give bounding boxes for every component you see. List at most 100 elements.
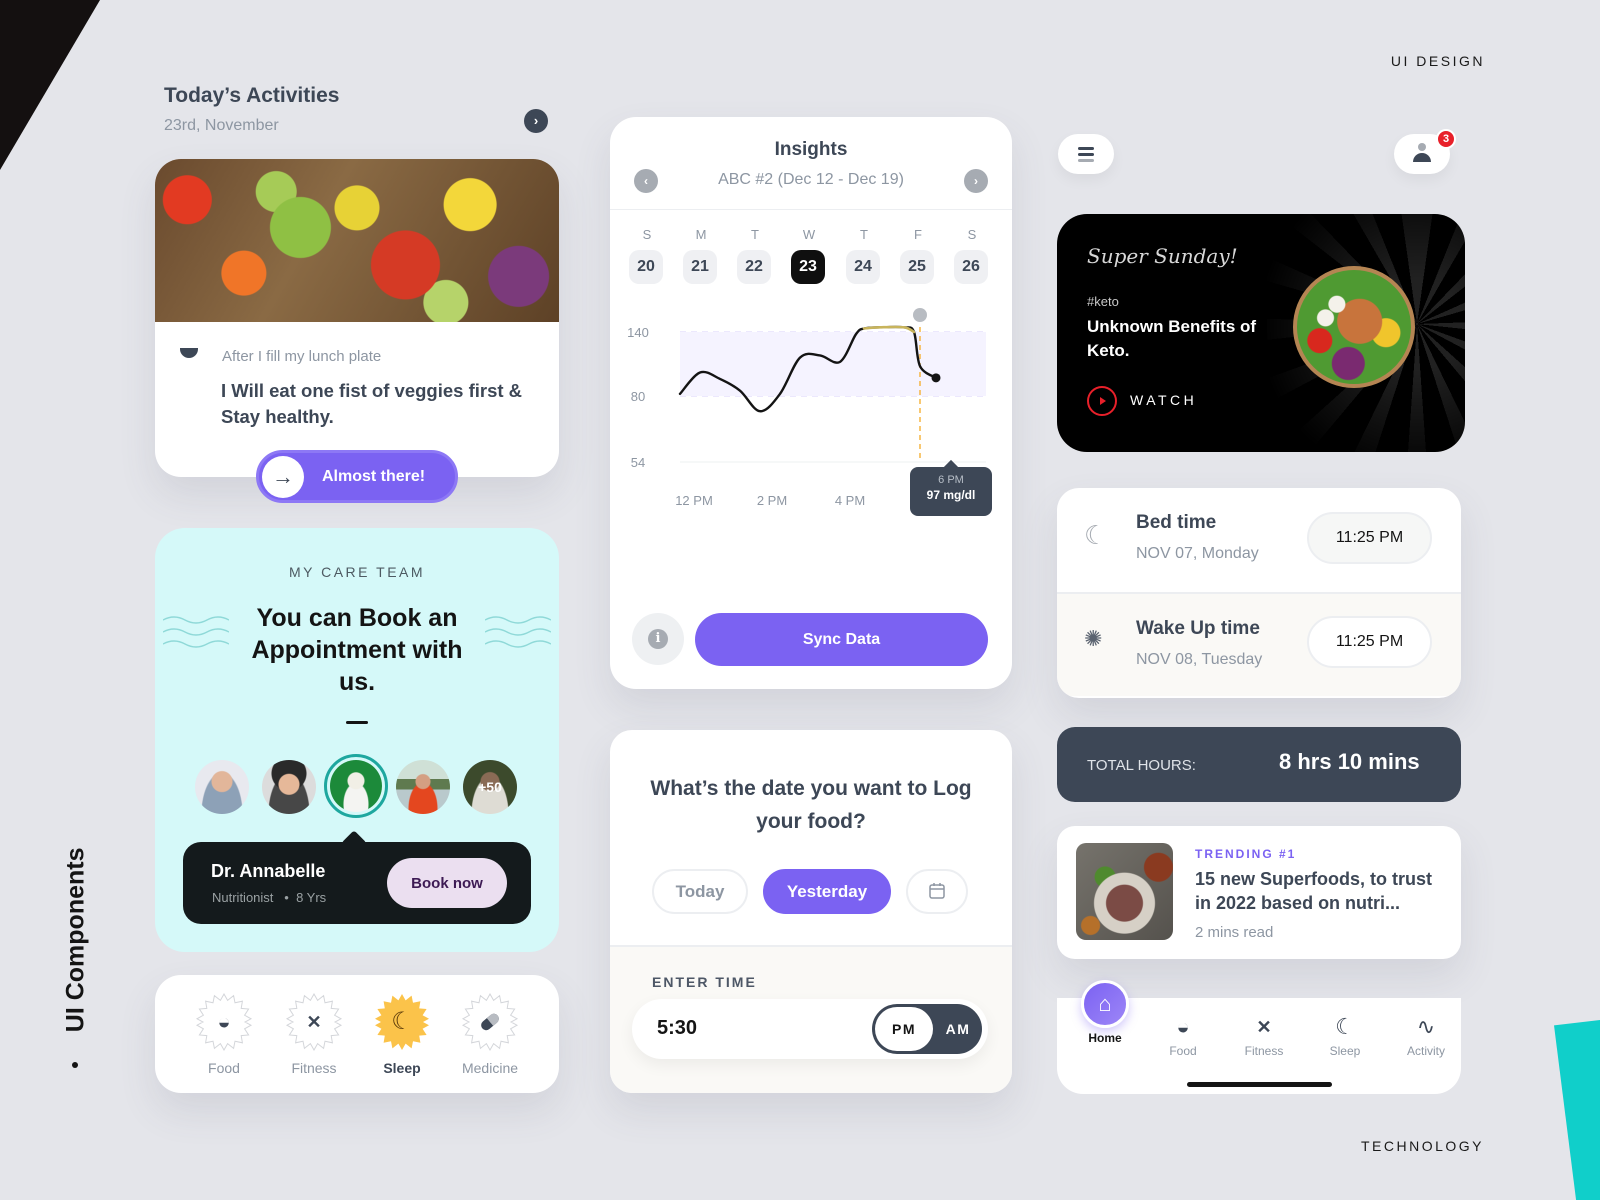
week-day[interactable]: M 21 <box>683 227 719 284</box>
category-label: Food <box>208 1060 240 1076</box>
activities-date: 23rd, November <box>164 117 279 134</box>
avatar-team-member-1[interactable] <box>195 760 249 814</box>
tab-home[interactable]: ⌂ Home <box>1070 980 1140 1045</box>
log-food-card: What’s the date you want to Log your foo… <box>610 730 1012 1093</box>
y-tick-label: 54 <box>631 455 645 470</box>
current-point <box>931 373 941 383</box>
am-pm-toggle[interactable]: PM AM <box>872 1004 982 1054</box>
trending-article-card[interactable]: TRENDING #1 15 new Superfoods, to trust … <box>1057 826 1461 959</box>
calendar-button[interactable] <box>906 869 968 914</box>
menu-button[interactable] <box>1058 134 1114 174</box>
y-tick-label: 140 <box>627 325 649 340</box>
category-fitness[interactable]: ✕ Fitness <box>279 993 349 1076</box>
insights-card: Insights ‹ ABC #2 (Dec 12 - Dec 19) › S2… <box>610 117 1012 689</box>
avatar-dr-annabelle-selected[interactable] <box>324 754 388 818</box>
time-input[interactable]: 5:30 PM AM <box>632 999 988 1059</box>
category-medicine[interactable]: Medicine <box>455 993 525 1076</box>
bed-time-button[interactable]: 11:25 PM <box>1307 512 1432 564</box>
category-food[interactable]: ◒ Food <box>189 993 259 1076</box>
chevron-right-icon[interactable]: › <box>524 109 548 133</box>
watch-button[interactable]: WATCH <box>1130 392 1197 408</box>
pm-option[interactable]: PM <box>875 1007 933 1051</box>
time-value: 5:30 <box>657 1017 698 1039</box>
week-day[interactable]: S 26 <box>954 227 990 284</box>
y-tick-label: 80 <box>631 389 645 404</box>
keto-video-card[interactable]: Super Sunday! #keto Unknown Benefits of … <box>1057 214 1465 452</box>
book-now-button[interactable]: Book now <box>387 858 507 908</box>
tab-sleep[interactable]: ☾ Sleep <box>1310 1012 1380 1058</box>
tab-fitness[interactable]: ✕ Fitness <box>1229 1012 1299 1058</box>
almost-there-button[interactable]: → Almost there! <box>256 450 458 503</box>
side-label: UI Components <box>58 845 90 1075</box>
bottom-tab-bar: ⌂ Home ◒ Food ✕ Fitness ☾ Sleep ∿ Activi… <box>1057 980 1461 1094</box>
next-range-button[interactable]: › <box>964 169 988 193</box>
x-tick-label: 4 PM <box>835 493 865 508</box>
tooltip-value: 97 mg/dl <box>926 488 976 502</box>
moon-icon: ☾ <box>391 1008 413 1035</box>
ui-design-label: UI DESIGN <box>1390 53 1485 69</box>
wave-decoration-left <box>163 616 229 648</box>
chart-tooltip: 6 PM 97 mg/dl <box>910 459 992 516</box>
row-title: Wake Up time <box>1136 618 1260 639</box>
glucose-chart: 548014025012 PM2 PM4 PM6 PM <box>627 308 986 508</box>
calendar-icon <box>929 883 945 899</box>
info-icon: i <box>648 629 668 649</box>
care-team-card: MY CARE TEAM You can Book an Appointment… <box>155 528 559 952</box>
moon-icon: ☾ <box>1084 520 1108 550</box>
divider <box>610 209 1012 210</box>
trending-label: TRENDING #1 <box>1195 847 1297 861</box>
option-yesterday[interactable]: Yesterday <box>763 869 891 914</box>
salad-image <box>155 159 559 322</box>
play-icon[interactable] <box>1087 386 1117 416</box>
wave-decoration-right <box>485 616 551 648</box>
home-icon: ⌂ <box>1081 980 1129 1028</box>
bowl-icon: ◒ <box>1176 1014 1190 1039</box>
category-label: Fitness <box>291 1060 337 1076</box>
notification-badge: 3 <box>1436 129 1456 149</box>
care-team-title: You can Book an Appointment with us. <box>251 604 463 696</box>
activity-pulse-icon: ∿ <box>1416 1014 1436 1039</box>
avatar-team-member-2[interactable] <box>262 760 316 814</box>
x-tick-label: 12 PM <box>675 493 713 508</box>
tab-food[interactable]: ◒ Food <box>1148 1012 1218 1058</box>
activity-text: I Will eat one fist of veggies first & S… <box>221 380 523 427</box>
enter-time-label: ENTER TIME <box>652 974 757 990</box>
tooltip-time: 6 PM <box>938 474 964 486</box>
glucose-high-segment <box>862 325 916 334</box>
category-sleep[interactable]: ☾ Sleep <box>367 993 437 1076</box>
week-day-selected[interactable]: W 23 <box>791 227 827 284</box>
am-option[interactable]: AM <box>938 1007 978 1051</box>
week-day[interactable]: S 20 <box>629 227 665 284</box>
fitness-person-icon: ✕ <box>306 1012 322 1032</box>
activity-subtitle: After I fill my lunch plate <box>222 348 382 365</box>
sleep-schedule-card: ☾ Bed time NOV 07, Monday 11:25 PM ✺ Wak… <box>1057 488 1461 698</box>
moon-icon: ☾ <box>1335 1014 1355 1039</box>
row-title: Bed time <box>1136 512 1217 533</box>
week-day[interactable]: T 24 <box>846 227 882 284</box>
row-date: NOV 07, Monday <box>1136 545 1259 562</box>
profile-button[interactable]: 3 <box>1394 129 1456 174</box>
doctor-experience: 8 Yrs <box>296 890 327 905</box>
bowl-icon: ◒ <box>217 1009 231 1034</box>
info-button[interactable]: i <box>632 613 684 665</box>
almost-there-label: Almost there! <box>322 468 426 485</box>
avatar-team-member-4[interactable] <box>396 760 450 814</box>
week-day[interactable]: F 25 <box>900 227 936 284</box>
total-hours-label: TOTAL HOURS: <box>1087 757 1196 774</box>
sync-data-button[interactable]: Sync Data <box>695 613 988 666</box>
activities-title: Today’s Activities <box>164 84 340 107</box>
keto-bowl-image <box>1293 266 1415 388</box>
read-time: 2 mins read <box>1195 924 1274 941</box>
bed-time-row: ☾ Bed time NOV 07, Monday 11:25 PM <box>1057 488 1461 592</box>
more-count: +50 <box>478 779 502 795</box>
avatar-more-members[interactable]: +50 <box>463 760 517 814</box>
wake-time-button[interactable]: 11:25 PM <box>1307 616 1432 668</box>
option-today[interactable]: Today <box>652 869 748 914</box>
doctor-role: Nutritionist <box>212 890 274 905</box>
tab-activity[interactable]: ∿ Activity <box>1391 1012 1461 1058</box>
article-title: 15 new Superfoods, to trust in 2022 base… <box>1195 869 1433 913</box>
week-day[interactable]: T 22 <box>737 227 773 284</box>
category-selector: ◒ Food ✕ Fitness ☾ Sleep Medicine <box>155 975 559 1093</box>
arrow-right-icon: → <box>262 456 304 498</box>
log-food-question: What’s the date you want to Log your foo… <box>650 777 972 833</box>
